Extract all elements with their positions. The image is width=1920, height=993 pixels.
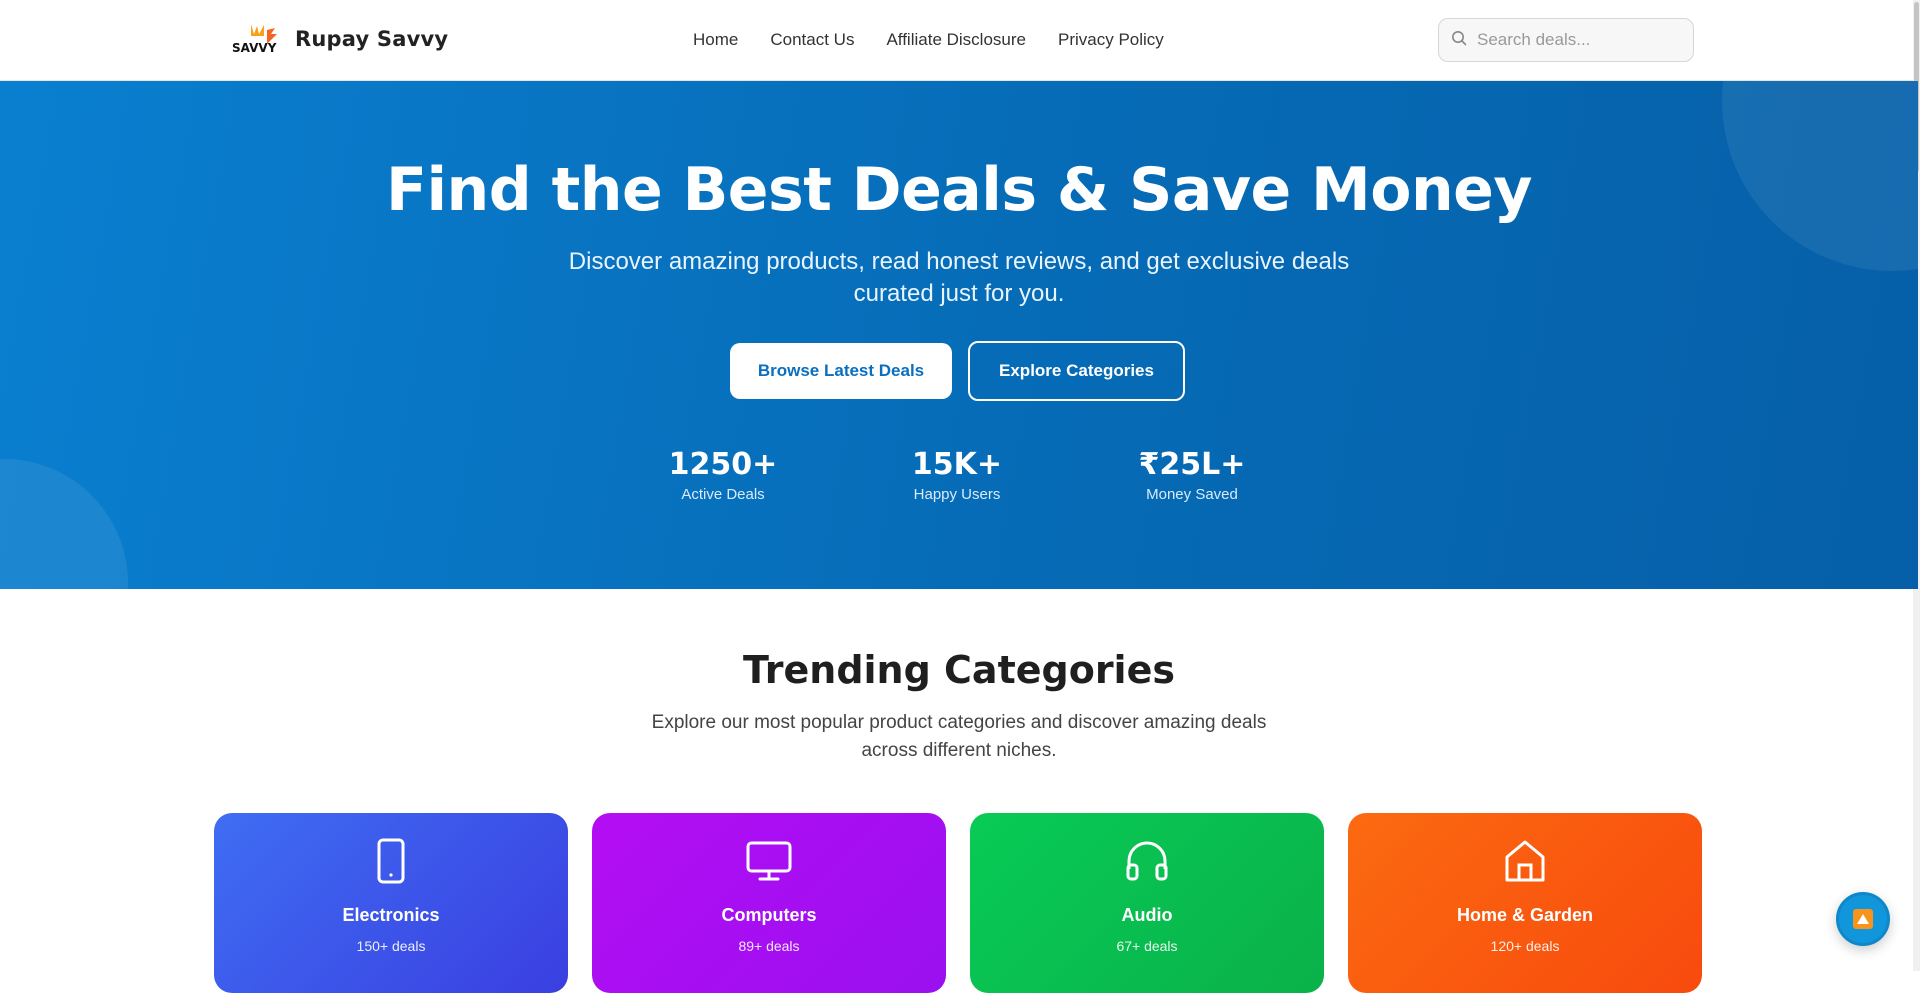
stat-active-deals: 1250+ Active Deals <box>633 447 813 503</box>
section-subtitle: Explore our most popular product categor… <box>651 712 1267 761</box>
arrow-up-icon <box>1853 909 1873 929</box>
stat-value: ₹25L+ <box>1138 447 1246 482</box>
stat-happy-users: 15K+ Happy Users <box>867 447 1047 503</box>
brand-logo[interactable]: SAVVY Rupay Savvy <box>231 22 448 56</box>
search-icon <box>1451 30 1467 51</box>
nav-contact-us[interactable]: Contact Us <box>770 30 854 50</box>
stat-value: 15K+ <box>911 447 1003 482</box>
category-name: Audio <box>1121 905 1173 925</box>
hero-subtitle: Discover amazing products, read honest r… <box>568 248 1350 307</box>
category-count: 89+ deals <box>738 938 800 954</box>
category-count: 67+ deals <box>1116 938 1178 954</box>
nav-privacy-policy[interactable]: Privacy Policy <box>1058 30 1164 50</box>
scroll-to-top-button[interactable] <box>1836 892 1890 946</box>
main-nav: Home Contact Us Affiliate Disclosure Pri… <box>693 30 1196 50</box>
category-count: 150+ deals <box>356 938 426 954</box>
decorative-circle <box>0 459 128 589</box>
site-header: SAVVY Rupay Savvy Home Contact Us Affili… <box>0 0 1918 81</box>
home-icon <box>1501 837 1549 885</box>
monitor-icon <box>745 837 793 885</box>
stat-label: Active Deals <box>681 486 765 503</box>
nav-home[interactable]: Home <box>693 30 738 50</box>
category-name: Computers <box>721 905 817 925</box>
stat-label: Happy Users <box>913 486 1001 503</box>
hero-title: Find the Best Deals & Save Money <box>385 155 1533 225</box>
headphones-icon <box>1123 837 1171 885</box>
category-card-computers[interactable]: Computers 89+ deals <box>592 813 946 993</box>
category-card-electronics[interactable]: Electronics 150+ deals <box>214 813 568 993</box>
stat-label: Money Saved <box>1146 486 1238 503</box>
tablet-icon <box>367 837 415 885</box>
category-card-home-garden[interactable]: Home & Garden 120+ deals <box>1348 813 1702 993</box>
category-count: 120+ deals <box>1490 938 1560 954</box>
brand-name: Rupay Savvy <box>295 27 449 51</box>
stat-value: 1250+ <box>668 447 778 482</box>
search-box <box>1438 18 1694 62</box>
category-card-audio[interactable]: Audio 67+ deals <box>970 813 1324 993</box>
logo-icon: SAVVY <box>231 22 285 56</box>
category-name: Home & Garden <box>1456 905 1594 925</box>
explore-categories-button[interactable]: Explore Categories <box>968 341 1185 401</box>
search-input[interactable] <box>1477 30 1677 50</box>
category-name: Electronics <box>342 905 440 925</box>
section-title: Trending Categories <box>743 648 1175 692</box>
hero-section: Find the Best Deals & Save Money Discove… <box>0 81 1918 589</box>
nav-affiliate-disclosure[interactable]: Affiliate Disclosure <box>886 30 1026 50</box>
browse-latest-deals-button[interactable]: Browse Latest Deals <box>730 343 952 399</box>
logo-wordmark: SAVVY <box>232 41 277 55</box>
stat-money-saved: ₹25L+ Money Saved <box>1102 447 1282 503</box>
